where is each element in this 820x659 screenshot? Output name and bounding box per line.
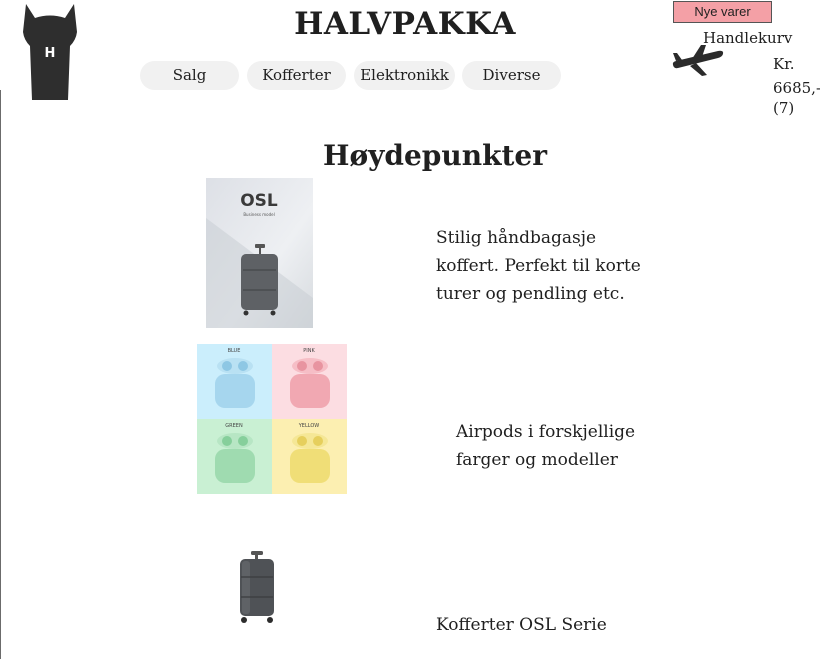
product-image-osl-poster[interactable]: OSL Business model: [206, 178, 313, 328]
product-description-line: farger og modeller: [456, 450, 618, 470]
cart-currency: Kr.: [773, 55, 795, 73]
color-label-green: GREEN: [225, 423, 243, 429]
nav-diverse[interactable]: Diverse: [462, 61, 561, 90]
logo-letter: H: [45, 46, 56, 61]
cart-amount: 6685,-: [773, 79, 820, 97]
cart-total: Kr. 6685,-: [773, 52, 820, 100]
product-description-line: Kofferter OSL Serie: [436, 615, 607, 635]
product-description[interactable]: Airpods i forskjellige farger og modelle…: [456, 418, 635, 474]
color-label-yellow: YELLOW: [298, 423, 320, 429]
poster-caption: Business model: [243, 212, 274, 217]
color-label-blue: BLUE: [228, 348, 241, 354]
section-heading: Høydepunkter: [323, 139, 547, 172]
product-image-airpods[interactable]: BLUE PINK GREEN YELLOW: [197, 344, 347, 494]
product-description[interactable]: Stilig håndbagasje koffert. Perfekt til …: [436, 224, 641, 308]
product-description-line: koffert. Perfekt til korte: [436, 256, 641, 276]
color-label-pink: PINK: [303, 348, 315, 354]
product-image-suitcase[interactable]: [236, 550, 278, 626]
airplane-icon[interactable]: [672, 45, 724, 77]
poster-brand: OSL: [240, 191, 278, 211]
nav-elektronikk[interactable]: Elektronikk: [354, 61, 455, 90]
page-border: [0, 90, 1, 659]
new-items-button[interactable]: Nye varer: [673, 1, 772, 23]
cart-count: (7): [773, 99, 795, 117]
product-description-line: turer og pendling etc.: [436, 284, 625, 304]
product-description-line: Stilig håndbagasje: [436, 228, 597, 248]
product-description[interactable]: Kofferter OSL Serie: [436, 611, 607, 639]
nav-kofferter[interactable]: Kofferter: [247, 61, 346, 90]
product-description-line: Airpods i forskjellige: [456, 422, 636, 442]
nav-salg[interactable]: Salg: [140, 61, 239, 90]
